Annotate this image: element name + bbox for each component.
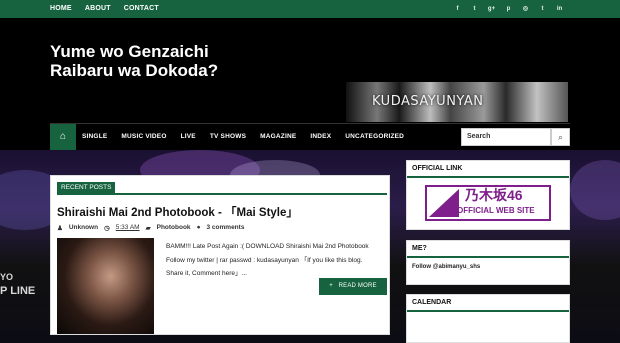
facebook-icon[interactable]: f (449, 0, 466, 18)
background-text-2: P LINE (0, 285, 36, 297)
top-bar: HOME ABOUT CONTACT f t g+ p ◎ t in (0, 0, 620, 18)
post-category[interactable]: Photobook (157, 224, 191, 232)
main-nav: ⌂ SINGLE MUSIC VIDEO LIVE TV SHOWS MAGAZ… (50, 123, 570, 150)
nav-item-music-video[interactable]: MUSIC VIDEO (121, 124, 166, 150)
social-links: f t g+ p ◎ t in (449, 0, 568, 18)
topnav-home[interactable]: HOME (50, 0, 72, 18)
widget-me: ME? Follow @abimanyu_shs (406, 240, 570, 285)
post-excerpt: BAMM!!! Late Post Again :( DOWNLOAD Shir… (166, 240, 381, 281)
post-time[interactable]: 5:33 AM (116, 224, 140, 232)
tumblr-icon[interactable]: t (534, 0, 551, 18)
post-author[interactable]: Unknown (69, 224, 98, 232)
widget-title: CALENDAR (407, 295, 569, 312)
search-input[interactable]: Search (461, 128, 551, 146)
nogizaka-logo[interactable]: 乃木坂46 OFFICIAL WEB SITE (425, 185, 551, 221)
background-glow (570, 160, 620, 220)
post-meta: ♟ Unknown ◷ 5:33 AM ▰ Photobook ● 3 comm… (57, 224, 250, 232)
search-icon[interactable]: ⌕ (551, 128, 570, 146)
widget-title: OFFICIAL LINK (407, 161, 569, 178)
post-thumbnail[interactable] (57, 238, 154, 334)
google-plus-icon[interactable]: g+ (483, 0, 500, 18)
logo-en-text: OFFICIAL WEB SITE (457, 206, 535, 215)
nav-item-tv-shows[interactable]: TV SHOWS (210, 124, 246, 150)
nav-item-index[interactable]: INDEX (310, 124, 331, 150)
widget-official-link: OFFICIAL LINK 乃木坂46 OFFICIAL WEB SITE (406, 160, 570, 230)
nav-item-magazine[interactable]: MAGAZINE (260, 124, 296, 150)
plus-icon: + (329, 283, 339, 289)
logo-jp-text: 乃木坂46 (465, 187, 523, 203)
recent-posts-label: RECENT POSTS (57, 182, 116, 194)
background-text-1: YO (0, 272, 14, 282)
excerpt-line: Follow my twitter | rar passwd : kudasay… (166, 256, 363, 264)
top-nav: HOME ABOUT CONTACT (50, 0, 172, 18)
header-banner[interactable]: KUDASAYUNYAN (346, 82, 568, 122)
main-content: RECENT POSTS Shiraishi Mai 2nd Photobook… (50, 175, 390, 335)
instagram-icon[interactable]: ◎ (517, 0, 534, 18)
main-nav-items: SINGLE MUSIC VIDEO LIVE TV SHOWS MAGAZIN… (82, 124, 418, 150)
post-comments[interactable]: 3 comments (207, 224, 245, 232)
home-icon[interactable]: ⌂ (50, 124, 76, 150)
clock-icon: ◷ (104, 225, 110, 232)
twitter-follow[interactable]: Follow @abimanyu_shs (412, 264, 480, 270)
read-more-label: READ MORE (338, 283, 377, 289)
topnav-about[interactable]: ABOUT (85, 0, 111, 18)
widget-calendar: CALENDAR (406, 294, 570, 343)
folder-icon: ▰ (145, 225, 151, 232)
author-icon: ♟ (57, 225, 63, 232)
topnav-contact[interactable]: CONTACT (124, 0, 159, 18)
site-header: Yume wo Genzaichi Raibaru wa Dokoda? KUD… (0, 18, 620, 123)
linkedin-icon[interactable]: in (551, 0, 568, 18)
nav-item-live[interactable]: LIVE (181, 124, 196, 150)
excerpt-line: BAMM!!! Late Post Again :( DOWNLOAD Shir… (166, 243, 369, 250)
widget-title: ME? (407, 241, 569, 258)
site-title[interactable]: Yume wo Genzaichi Raibaru wa Dokoda? (50, 42, 250, 80)
comment-icon: ● (196, 224, 201, 231)
recent-posts-header: RECENT POSTS (57, 182, 387, 195)
pinterest-icon[interactable]: p (500, 0, 517, 18)
read-more-button[interactable]: + READ MORE (319, 278, 387, 295)
twitter-icon[interactable]: t (466, 0, 483, 18)
post-title[interactable]: Shiraishi Mai 2nd Photobook - 「Mai Style… (57, 204, 298, 220)
nav-item-uncategorized[interactable]: UNCATEGORIZED (345, 124, 404, 150)
nav-item-single[interactable]: SINGLE (82, 124, 107, 150)
banner-text: KUDASAYUNYAN (372, 94, 484, 109)
logo-mark-icon (429, 189, 459, 217)
